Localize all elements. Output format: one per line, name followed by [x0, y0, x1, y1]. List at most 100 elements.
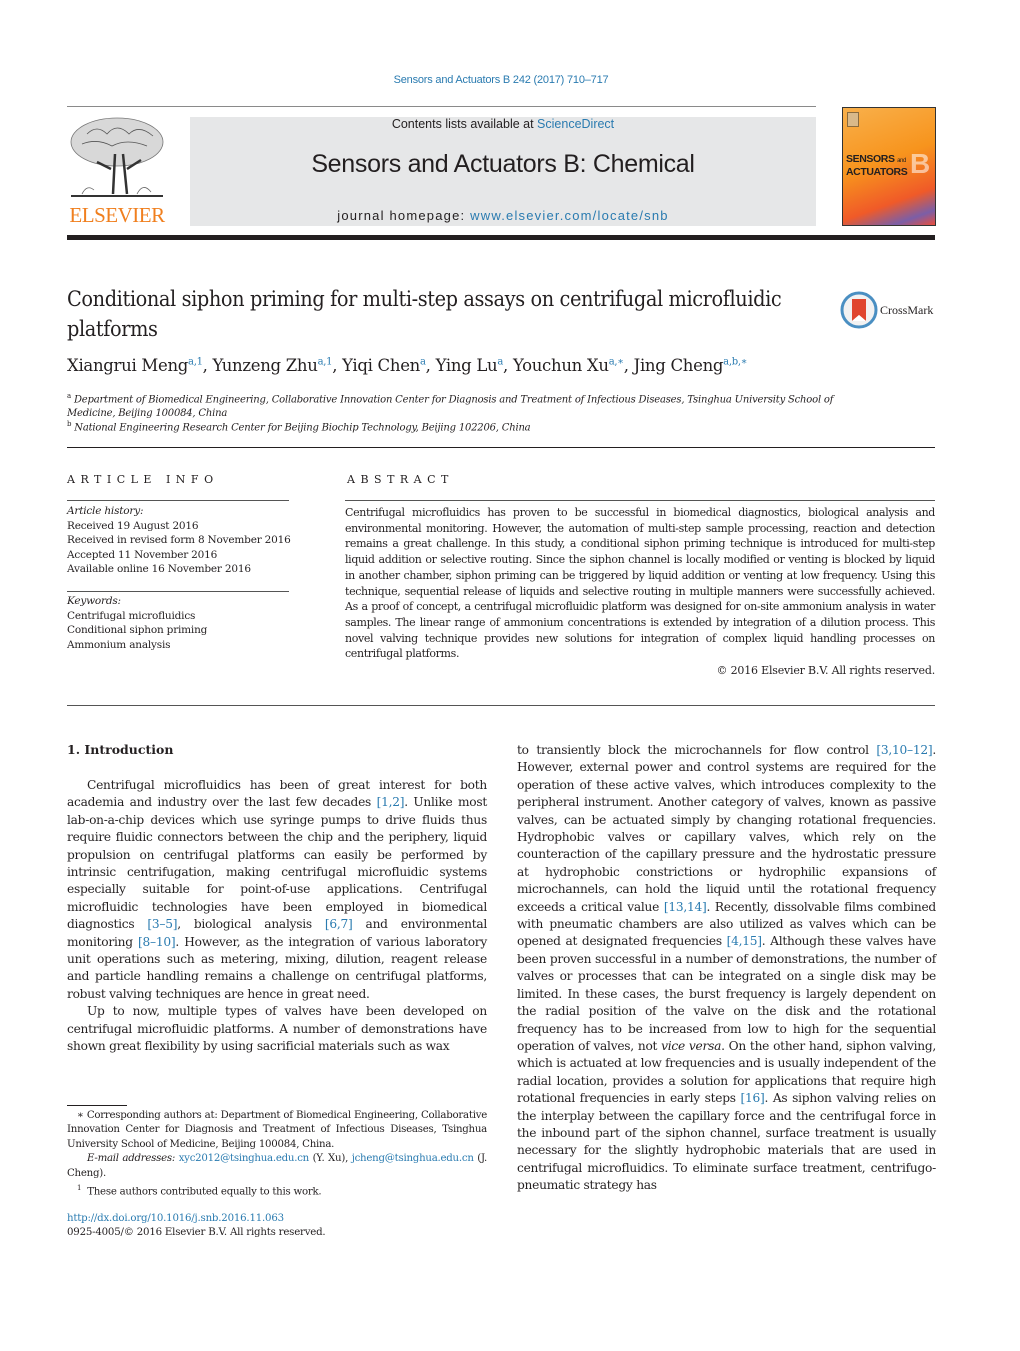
body-column-right: to transiently block the microchannels f… [517, 742, 936, 1195]
footnotes: ∗ Corresponding authors at: Department o… [67, 1109, 487, 1200]
cover-letter: B [910, 148, 931, 179]
author-name: Yiqi Chen [342, 356, 420, 375]
body-text: . Although these valves have been proven… [517, 934, 936, 1053]
homepage-prefix: journal homepage: [337, 208, 471, 223]
author-separator: , [425, 356, 436, 375]
author[interactable]: Ying Lua [435, 356, 504, 375]
author[interactable]: Youchun Xua,∗ [513, 356, 624, 375]
author[interactable]: Jing Chenga,b,∗ [634, 356, 748, 375]
author-name: Jing Cheng [633, 356, 724, 375]
cover-line2: ACTUATORS [846, 166, 908, 178]
body-text: to transiently block the microchannels f… [517, 743, 877, 757]
abstract-heading: ABSTRACT [347, 473, 454, 486]
author-affil-mark[interactable]: a,b,∗ [723, 357, 747, 368]
author-affil-mark[interactable]: a,∗ [609, 357, 624, 368]
crossmark-label: CrossMark [880, 303, 934, 317]
abstract-copyright: © 2016 Elsevier B.V. All rights reserved… [716, 664, 936, 677]
reference-link[interactable]: [4,15] [727, 934, 762, 948]
history-item: Accepted 11 November 2016 [67, 548, 218, 561]
contents-prefix: Contents lists available at [391, 117, 538, 131]
author-separator: , [623, 356, 634, 375]
footnote-equal-contribution: 1 These authors contributed equally to t… [67, 1181, 487, 1200]
journal-homepage: journal homepage: www.elsevier.com/locat… [190, 208, 816, 223]
history-item: Received 19 August 2016 [67, 519, 199, 532]
keyword-item: Conditional siphon priming [67, 624, 208, 636]
cover-emblem-icon [847, 112, 859, 127]
body-text: . However, external power and control sy… [517, 743, 936, 914]
doi-block: http://dx.doi.org/10.1016/j.snb.2016.11.… [67, 1212, 487, 1241]
author-name: Ying Lu [435, 356, 498, 375]
reference-link[interactable]: [13,14] [664, 900, 707, 914]
history-item: Available online 16 November 2016 [67, 563, 251, 575]
email-owner: (Y. Xu), [308, 1153, 352, 1165]
footnote-mark: 1 [77, 1184, 82, 1193]
journal-citation[interactable]: Sensors and Actuators B 242 (2017) 710–7… [0, 74, 1002, 86]
author[interactable]: Yunzeng Zhua,1 [213, 356, 333, 375]
body-text: , biological analysis [177, 917, 325, 932]
article-info-heading: ARTICLE INFO [67, 473, 219, 486]
header-thick-rule [67, 235, 935, 240]
footnote-rule [67, 1105, 127, 1106]
cover-line1-small: and [897, 158, 906, 164]
author-separator: , [332, 356, 343, 375]
affiliation-text: Department of Biomedical Engineering, Co… [67, 394, 834, 420]
affiliation-mark: a [67, 392, 71, 400]
homepage-link[interactable]: www.elsevier.com/locate/snb [470, 208, 669, 223]
author-name: Youchun Xu [512, 356, 609, 375]
body-paragraph: Centrifugal microfluidics has been of gr… [67, 777, 487, 1003]
article-history: Article history: Received 19 August 2016… [67, 504, 292, 577]
body-paragraph: to transiently block the microchannels f… [517, 742, 936, 1195]
email-link-xu[interactable]: xyc2012@tsinghua.edu.cn [179, 1153, 310, 1164]
author-name: Yunzeng Zhu [212, 356, 318, 375]
journal-cover[interactable]: SENSORS and ACTUATORS B [842, 107, 936, 226]
italic-text: vice versa [661, 1038, 722, 1053]
author-name: Xiangrui Meng [67, 356, 189, 375]
keyword-item: Centrifugal microfluidics [67, 609, 196, 622]
body-text: . As siphon valving relies on the interp… [517, 1091, 936, 1193]
contents-line: Contents lists available at ScienceDirec… [190, 117, 816, 131]
body-column-left: Centrifugal microfluidics has been of gr… [67, 777, 487, 1056]
crossmark-badge[interactable]: CrossMark [840, 291, 938, 329]
elsevier-tree-icon [70, 117, 164, 197]
reference-link[interactable]: [3–5] [147, 917, 177, 931]
reference-link[interactable]: [3,10–12] [876, 743, 932, 757]
history-item: Received in revised form 8 November 2016 [67, 534, 291, 546]
affiliation-text: National Engineering Research Center for… [74, 422, 531, 434]
author-affil-mark[interactable]: a,1 [188, 357, 203, 368]
author[interactable]: Xiangrui Menga,1 [67, 356, 203, 375]
reference-link[interactable]: [6,7] [325, 917, 353, 931]
doi-link[interactable]: http://dx.doi.org/10.1016/j.snb.2016.11.… [67, 1212, 487, 1226]
affiliation-mark: b [67, 420, 72, 428]
footnote-corresponding: ∗ Corresponding authors at: Department o… [67, 1110, 487, 1150]
issn-copyright: 0925-4005/© 2016 Elsevier B.V. All right… [67, 1227, 326, 1239]
reference-link[interactable]: [16] [741, 1091, 765, 1105]
author-separator: , [202, 356, 213, 375]
abstract-bottom-rule [67, 705, 935, 706]
journal-title: Sensors and Actuators B: Chemical [311, 150, 695, 178]
section-heading-introduction: 1. Introduction [67, 742, 174, 757]
affiliation-b: b National Engineering Research Center f… [67, 417, 867, 435]
author-affil-mark[interactable]: a,1 [318, 357, 333, 368]
email-link-cheng[interactable]: jcheng@tsinghua.edu.cn [352, 1153, 474, 1164]
reference-link[interactable]: [1,2] [377, 795, 405, 809]
body-text: Up to now, multiple types of valves have… [67, 1004, 487, 1054]
abstract-rule [345, 500, 935, 501]
cover-title: SENSORS and ACTUATORS [846, 153, 908, 178]
article-info-rule [67, 500, 289, 501]
author-separator: , [503, 356, 513, 375]
keywords-label: Keywords: [67, 595, 121, 607]
cover-line1: SENSORS [846, 153, 895, 165]
body-text: . Unlike most lab-on-a-chip devices whic… [67, 795, 487, 932]
footnote-text: These authors contributed equally to thi… [87, 1186, 322, 1198]
article-title: Conditional siphon priming for multi-ste… [67, 287, 782, 342]
elsevier-wordmark: ELSEVIER [69, 203, 165, 227]
footnote-emails: E-mail addresses: xyc2012@tsinghua.edu.c… [67, 1152, 487, 1181]
author[interactable]: Yiqi Chena [342, 356, 426, 375]
reference-link[interactable]: [8–10] [138, 935, 176, 949]
affiliation-rule [67, 447, 935, 448]
sciencedirect-link[interactable]: ScienceDirect [537, 117, 614, 131]
header-rule [67, 106, 816, 107]
email-label: E-mail addresses: [87, 1153, 176, 1165]
elsevier-logo[interactable]: ELSEVIER [67, 114, 167, 228]
crossmark-icon [840, 291, 878, 329]
